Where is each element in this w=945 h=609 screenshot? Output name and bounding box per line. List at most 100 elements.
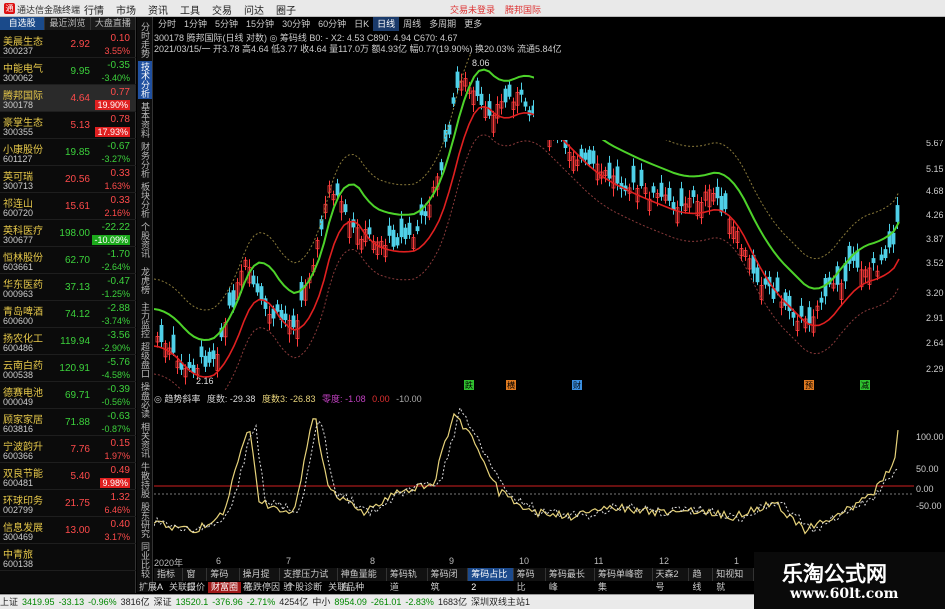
watchlist-tab-1[interactable]: 最近浏览 <box>45 17 91 30</box>
vtab-2[interactable]: 基本资料 <box>138 101 152 139</box>
menu-item-4[interactable]: 交易 <box>212 2 232 17</box>
indicator-tab-9[interactable]: 筹码比 <box>513 568 546 592</box>
vtab-12[interactable]: 股东研究 <box>138 501 152 539</box>
price-axis-label: 2.91 <box>926 313 944 323</box>
watchlist-tab-0[interactable]: 自选股 <box>0 17 46 30</box>
indicator-tab-4[interactable]: 支撑压力试验 <box>280 568 338 592</box>
stock-code: 300062 <box>3 73 34 83</box>
stock-row[interactable]: 顾家家居 603816 71.88 -0.63 -0.87% <box>0 409 136 436</box>
vtab-8[interactable]: 超级盘口 <box>138 341 152 379</box>
indicator-tab-2[interactable]: 筹码线 <box>207 568 240 592</box>
vtab-10[interactable]: 相关资讯 <box>138 421 152 459</box>
stock-row[interactable]: 中青旅 600138 <box>0 544 136 571</box>
stock-row[interactable]: 豪掌生态 300355 5.13 0.78 17.93% <box>0 112 136 139</box>
period-tab-8[interactable]: 周线 <box>399 17 425 31</box>
period-tab-2[interactable]: 5分钟 <box>211 17 242 31</box>
stock-pct: 3.17% <box>104 532 130 542</box>
stock-row[interactable]: 祁连山 600720 15.61 0.33 2.16% <box>0 193 136 220</box>
vtab-6[interactable]: 龙虎榜 <box>138 261 152 299</box>
menu-item-5[interactable]: 问达 <box>244 2 264 17</box>
stock-row[interactable]: 英科医疗 300677 198.00 -22.22 -10.09% <box>0 220 136 247</box>
ext-tab-0[interactable]: 扩展A <box>136 582 166 593</box>
vtab-5[interactable]: 个股资讯 <box>138 221 152 259</box>
period-tab-7[interactable]: 日线 <box>373 17 400 31</box>
status-field: -376.96 <box>212 597 243 607</box>
stock-code: 600481 <box>3 478 34 488</box>
stock-row[interactable]: 扬农化工 600486 119.94 -3.56 -2.90% <box>0 328 136 355</box>
vtab-13[interactable]: 同业比较 <box>138 541 152 579</box>
indicator-tab-14[interactable]: 知视知就 <box>713 568 754 592</box>
stock-row[interactable]: 恒林股份 603661 62.70 -1.70 -2.64% <box>0 247 136 274</box>
app-logo-icon: 通 <box>4 3 15 14</box>
indicator-tab-1[interactable]: 窗口 <box>183 568 208 592</box>
candle-body <box>883 249 888 259</box>
period-tab-9[interactable]: 多周期 <box>425 17 460 31</box>
menu-item-6[interactable]: 圈子 <box>276 2 296 17</box>
ext-tab-4[interactable]: 个股诊断 <box>283 582 325 593</box>
menu-item-3[interactable]: 工具 <box>180 2 200 17</box>
vtab-0[interactable]: 分时走势 <box>138 21 152 59</box>
indicator-tab-10[interactable]: 筹码最长峰 <box>545 568 595 592</box>
watermark: 乐淘公式网 www.60lt.com <box>754 552 945 609</box>
watchlist-tabs: 自选股 最近浏览 大盘直播 <box>0 17 136 30</box>
stock-price: 74.12 <box>64 309 90 320</box>
current-stock-link[interactable]: 腾邦国际 <box>505 3 541 16</box>
ext-tab-1[interactable]: 关联报价 <box>166 582 208 593</box>
stock-change: 1.32 <box>110 492 130 503</box>
indicator-tab-3[interactable]: 操月提花 <box>239 568 281 592</box>
stock-pct: -10.09% <box>92 235 130 245</box>
ext-tab-2[interactable]: 财富圈 <box>208 582 242 593</box>
stock-row[interactable]: 宁波韵升 600366 7.76 0.15 1.97% <box>0 436 136 463</box>
trade-login-link[interactable]: 交易未登录 <box>450 3 495 16</box>
vtab-4[interactable]: 板块分析 <box>138 181 152 219</box>
stock-row[interactable]: 腾邦国际 300178 4.64 0.77 19.90% <box>0 85 136 112</box>
indicator-tab-0[interactable]: 指标A <box>154 568 184 592</box>
candle-body <box>659 182 664 197</box>
indicator-tab-11[interactable]: 筹码单峰密集 <box>595 568 653 592</box>
stock-row[interactable]: 美晨生态 300237 2.92 0.10 3.55% <box>0 31 136 58</box>
ext-tab-3[interactable]: 涨跌停因 <box>241 582 283 593</box>
stock-row[interactable]: 华东医药 000963 37.13 -0.47 -1.25% <box>0 274 136 301</box>
indicator-tab-5[interactable]: 神鱼量能自 <box>337 568 387 592</box>
period-tab-10[interactable]: 更多 <box>460 17 486 31</box>
stock-row[interactable]: 双良节能 600481 5.40 0.49 9.98% <box>0 463 136 490</box>
period-tab-0[interactable]: 分时 <box>154 17 180 31</box>
indicator-axis-label: 100.00 <box>916 432 944 442</box>
stock-code: 300178 <box>3 100 34 110</box>
period-tab-3[interactable]: 15分钟 <box>242 17 278 31</box>
indicator-chart[interactable] <box>154 402 914 550</box>
period-tab-4[interactable]: 30分钟 <box>278 17 314 31</box>
menu-item-1[interactable]: 市场 <box>116 2 136 17</box>
ext-tab-5[interactable]: 关联品种 <box>325 582 367 593</box>
vtab-1[interactable]: 技术分析 <box>138 61 152 99</box>
price-axis-label: 4.68 <box>926 186 944 196</box>
menu-item-0[interactable]: 行情 <box>84 2 104 17</box>
indicator-tab-12[interactable]: 天森2号 <box>652 568 690 592</box>
vtab-11[interactable]: 牛散持股 <box>138 461 152 499</box>
candle-body <box>891 232 896 245</box>
stock-code: 600138 <box>3 559 34 569</box>
candle-body <box>895 205 900 222</box>
stock-change: -2.88 <box>107 303 130 314</box>
stock-row[interactable]: 小康股份 601127 19.85 -0.67 -3.27% <box>0 139 136 166</box>
indicator-tab-7[interactable]: 筹码闭筑 <box>427 568 469 592</box>
vtab-9[interactable]: 操盘必读 <box>138 381 152 419</box>
stock-row[interactable]: 信息发展 300469 13.00 0.40 3.17% <box>0 517 136 544</box>
menu-item-2[interactable]: 资讯 <box>148 2 168 17</box>
period-tab-1[interactable]: 1分钟 <box>180 17 211 31</box>
stock-row[interactable]: 环球印务 002799 21.75 1.32 6.46% <box>0 490 136 517</box>
indicator-tab-6[interactable]: 筹码轨道 <box>386 568 428 592</box>
period-tab-5[interactable]: 60分钟 <box>314 17 350 31</box>
stock-row[interactable]: 青岛啤酒 600600 74.12 -2.88 -3.74% <box>0 301 136 328</box>
stock-row[interactable]: 中能电气 300062 9.95 -0.35 -3.40% <box>0 58 136 85</box>
period-tab-6[interactable]: 日K <box>350 17 373 31</box>
stock-row[interactable]: 英可瑞 300713 20.56 0.33 1.63% <box>0 166 136 193</box>
candle-body <box>723 193 728 210</box>
watchlist-tab-2[interactable]: 大盘直播 <box>90 17 136 30</box>
stock-row[interactable]: 云南白药 000538 120.91 -5.76 -4.58% <box>0 355 136 382</box>
vtab-3[interactable]: 财务分析 <box>138 141 152 179</box>
stock-row[interactable]: 德赛电池 000049 69.71 -0.39 -0.56% <box>0 382 136 409</box>
vtab-7[interactable]: 主力监控 <box>138 301 152 339</box>
indicator-tab-13[interactable]: 趋线 <box>689 568 714 592</box>
indicator-tab-8[interactable]: 筹码占比2 <box>468 568 514 592</box>
